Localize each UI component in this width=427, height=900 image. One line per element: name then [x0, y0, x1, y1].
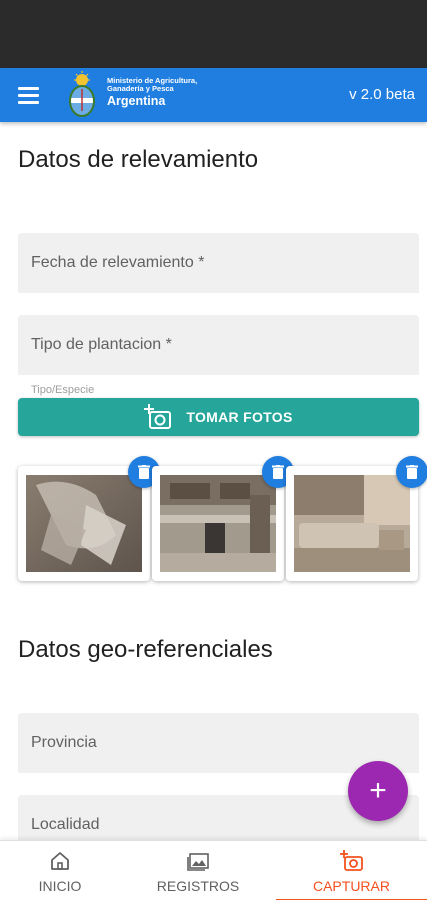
ministry-title: Ministerio de Agricultura, Ganadería y P…: [107, 77, 197, 109]
provincia-field[interactable]: Provincia: [18, 713, 419, 773]
photo-image-3: [294, 475, 410, 572]
tipo-plantacion-field[interactable]: Tipo de plantacion *: [18, 315, 419, 375]
app-version: v 2.0 beta: [349, 86, 415, 103]
nav-capturar-label: CAPTURAR: [312, 877, 390, 894]
ministry-line-2: Ganadería y Pesca: [107, 84, 174, 93]
photo-thumbnail-2[interactable]: [152, 456, 294, 581]
nav-capturar[interactable]: CAPTURAR: [276, 841, 427, 900]
section-title-relevamiento: Datos de relevamiento: [18, 146, 259, 173]
photo-image-1: [26, 475, 142, 572]
menu-icon[interactable]: [18, 83, 46, 107]
trash-icon: [272, 465, 284, 479]
ministry-line-3: Argentina: [107, 94, 166, 108]
bottom-navigation: INICIO REGISTROS CAPTURAR: [0, 840, 427, 900]
nav-registros[interactable]: REGISTROS: [138, 841, 258, 900]
trash-icon: [406, 465, 418, 479]
tomar-fotos-button[interactable]: TOMAR FOTOS: [18, 398, 419, 436]
home-icon: [51, 851, 69, 870]
tipo-especie-hint: Tipo/Especie: [31, 384, 95, 396]
section-title-geo: Datos geo-referenciales: [18, 636, 273, 663]
fecha-relevamiento-field[interactable]: Fecha de relevamiento *: [18, 233, 419, 293]
photo-thumbnail-1[interactable]: [18, 456, 160, 581]
photo-image-2: [160, 475, 276, 572]
nav-inicio[interactable]: INICIO: [0, 841, 120, 900]
photo-thumbnail-3[interactable]: [286, 456, 427, 581]
tomar-fotos-label: TOMAR FOTOS: [186, 409, 293, 425]
status-bar: [0, 0, 427, 68]
add-photo-icon: [339, 849, 363, 871]
argentina-coat-of-arms-logo: [69, 71, 95, 117]
delete-photo-button-3[interactable]: [396, 456, 427, 488]
gallery-icon: [187, 852, 209, 871]
add-photo-icon: [144, 404, 172, 429]
nav-registros-label: REGISTROS: [156, 877, 240, 894]
trash-icon: [138, 465, 150, 479]
app-bar: Ministerio de Agricultura, Ganadería y P…: [0, 68, 427, 122]
add-fab-button[interactable]: +: [348, 761, 408, 821]
nav-inicio-label: INICIO: [38, 877, 82, 894]
